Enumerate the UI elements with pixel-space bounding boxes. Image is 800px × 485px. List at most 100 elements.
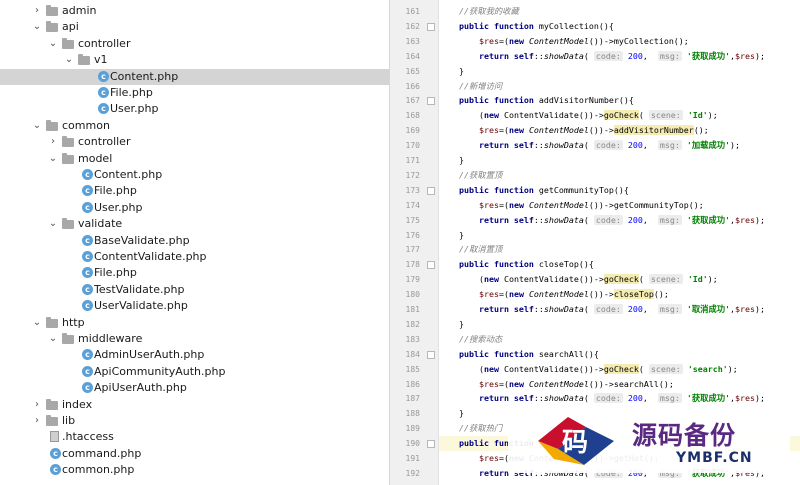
tree-folder[interactable]: ⌄ http: [0, 315, 389, 331]
token: (: [583, 50, 594, 61]
chevron-down-icon[interactable]: ⌄: [32, 19, 42, 35]
code-line[interactable]: $res=(new ContentModel())->addVisitorNum…: [439, 123, 800, 138]
code-line[interactable]: }: [439, 64, 800, 79]
tree-folder[interactable]: ⌄ common: [0, 118, 389, 134]
code-line[interactable]: //新增访问: [439, 79, 800, 94]
fold-toggle-icon[interactable]: [427, 261, 435, 270]
tree-folder[interactable]: ⌄ model: [0, 151, 389, 167]
token-call: showData: [543, 50, 584, 61]
code-line[interactable]: public function myCollection(){: [439, 19, 800, 34]
folder-icon: [46, 415, 58, 426]
tree-file[interactable]: c User.php: [0, 200, 389, 216]
token-str: '获取成功': [686, 50, 731, 61]
line-number: 178: [405, 260, 420, 270]
tree-item-label: File.php: [94, 184, 137, 198]
tree-folder[interactable]: ⌄ api: [0, 19, 389, 35]
token: );: [755, 304, 766, 314]
tree-folder[interactable]: ⌄ middleware: [0, 331, 389, 347]
line-number: 168: [405, 111, 420, 121]
tree-folder[interactable]: › lib: [0, 413, 389, 429]
tree-file[interactable]: c User.php: [0, 101, 389, 117]
tree-folder[interactable]: ⌄ controller: [0, 36, 389, 52]
fold-toggle-icon[interactable]: [427, 350, 435, 359]
chevron-right-icon[interactable]: ›: [48, 134, 58, 150]
tree-item-label: command.php: [62, 446, 142, 460]
tree-file[interactable]: c File.php: [0, 85, 389, 101]
token-var: $res: [735, 393, 756, 404]
code-line[interactable]: return self::showData( code: 200, msg: '…: [439, 138, 800, 153]
token: (: [439, 363, 484, 374]
code-line[interactable]: public function searchAll(){: [439, 347, 800, 362]
php-file-icon: c: [98, 103, 109, 115]
tree-file[interactable]: c command.php: [0, 446, 389, 462]
code-line[interactable]: (new ContentValidate())->goCheck( scene:…: [439, 272, 800, 287]
token: myCollection(){: [538, 20, 614, 31]
token-hint: scene:: [648, 274, 683, 285]
chevron-right-icon[interactable]: ›: [32, 413, 42, 429]
tree-file[interactable]: c File.php: [0, 183, 389, 199]
php-file-icon: c: [82, 185, 93, 197]
fold-toggle-icon[interactable]: [427, 186, 435, 195]
code-line[interactable]: //搜索动态: [439, 332, 800, 347]
fold-toggle-icon[interactable]: [427, 440, 435, 449]
tree-item-label: .htaccess: [62, 430, 114, 444]
code-line[interactable]: return self::showData( code: 200, msg: '…: [439, 302, 800, 317]
code-line[interactable]: //取消置顶: [439, 242, 800, 257]
code-line[interactable]: }: [439, 317, 800, 332]
tree-folder[interactable]: › index: [0, 397, 389, 413]
code-line[interactable]: return self::showData( code: 200, msg: '…: [439, 49, 800, 64]
chevron-down-icon[interactable]: ⌄: [32, 118, 42, 134]
tree-file[interactable]: c TestValidate.php: [0, 282, 389, 298]
fold-toggle-icon[interactable]: [427, 97, 435, 106]
tree-file[interactable]: c File.php: [0, 265, 389, 281]
chevron-down-icon[interactable]: ⌄: [32, 315, 42, 331]
tree-folder[interactable]: ⌄ validate: [0, 216, 389, 232]
token-kw: new: [508, 125, 529, 136]
code-line[interactable]: return self::showData( code: 200, msg: '…: [439, 213, 800, 228]
tree-file[interactable]: c BaseValidate.php: [0, 233, 389, 249]
tree-folder[interactable]: ⌄ v1: [0, 52, 389, 68]
line-number: 173: [405, 185, 420, 195]
tree-file[interactable]: c ContentValidate.php: [0, 249, 389, 265]
tree-folder[interactable]: › admin: [0, 3, 389, 19]
token-kw: public function: [458, 348, 539, 359]
tree-file[interactable]: c common.php: [0, 462, 389, 478]
code-line[interactable]: $res=(new ContentModel())->searchAll();: [439, 377, 800, 392]
tree-folder[interactable]: › controller: [0, 134, 389, 150]
code-line[interactable]: $res=(new ContentModel())->myCollection(…: [439, 34, 800, 49]
code-line[interactable]: public function closeTop(){: [439, 257, 800, 272]
folder-icon: [46, 21, 58, 33]
code-line[interactable]: $res=(new ContentModel())->getCommunityT…: [439, 198, 800, 213]
tree-file[interactable]: c UserValidate.php: [0, 298, 389, 314]
code-line[interactable]: public function getCommunityTop(){: [439, 183, 800, 198]
code-line[interactable]: $res=(new ContentModel())->closeTop();: [439, 287, 800, 302]
code-line[interactable]: (new ContentValidate())->goCheck( scene:…: [439, 108, 800, 123]
tree-file[interactable]: c ApiUserAuth.php: [0, 380, 389, 396]
chevron-down-icon[interactable]: ⌄: [48, 36, 58, 52]
code-line[interactable]: //获取我的收藏: [439, 4, 800, 19]
chevron-down-icon[interactable]: ⌄: [48, 216, 58, 232]
code-line[interactable]: public function addVisitorNumber(){: [439, 93, 800, 108]
chevron-down-icon[interactable]: ⌄: [64, 52, 74, 68]
code-line[interactable]: }: [439, 228, 800, 243]
code-line[interactable]: }: [439, 153, 800, 168]
chevron-right-icon[interactable]: ›: [32, 397, 42, 413]
fold-toggle-icon[interactable]: [427, 22, 435, 31]
php-file-icon: c: [82, 267, 93, 279]
tree-file[interactable]: .htaccess: [0, 429, 389, 445]
tree-file[interactable]: c ApiCommunityAuth.php: [0, 364, 389, 380]
php-file-icon: c: [82, 234, 93, 246]
chevron-down-icon[interactable]: ⌄: [48, 331, 58, 347]
tree-file[interactable]: c Content.php: [0, 167, 389, 183]
chevron-down-icon[interactable]: ⌄: [48, 151, 58, 167]
code-line[interactable]: //获取置顶: [439, 168, 800, 183]
code-line[interactable]: (new ContentValidate())->goCheck( scene:…: [439, 362, 800, 377]
tree-file[interactable]: c AdminUserAuth.php: [0, 347, 389, 363]
token-kw: new: [483, 274, 504, 285]
tree-file[interactable]: c Content.php: [0, 68, 389, 85]
chevron-right-icon[interactable]: ›: [32, 3, 42, 19]
code-line[interactable]: return self::showData( code: 200, msg: '…: [439, 391, 800, 406]
